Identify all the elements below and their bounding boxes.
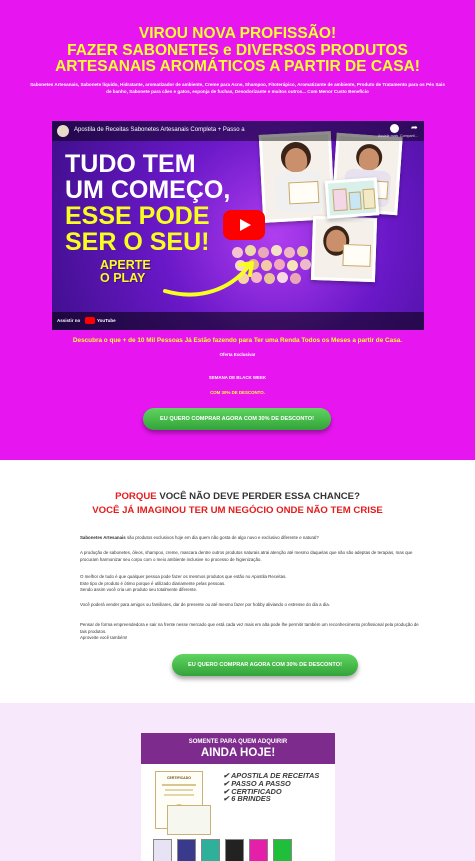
aperte-o-play-text: APERTE O PLAY [100, 259, 151, 285]
paragraph-5-line-1: Pensar de forma empreendedora e sair na … [80, 622, 419, 634]
paragraph-1-rest: são produtos exclusivos hoje em dia quem… [125, 535, 319, 540]
buy-now-button-2[interactable]: EU QUERO COMPRAR AGORA COM 30% DE DESCON… [172, 654, 358, 676]
watch-later-label[interactable]: Assistir mais... [378, 134, 401, 138]
watch-on-label[interactable]: Assistir no [57, 318, 80, 323]
video-caption: Descubra o que + de 10 Mil Pessoas Já Es… [72, 337, 403, 344]
headline-line-3: ARTESANAIS AROMÁTICOS A PARTIR DE CASA! [55, 58, 420, 75]
book-cover-1 [153, 839, 172, 861]
video-bottom-bar: Assistir no YouTube [52, 312, 424, 330]
photo-woman-certificate-1 [258, 131, 336, 223]
aperte-line-2: O PLAY [100, 271, 146, 285]
book-cover-6 [273, 839, 292, 861]
business-heading: VOCÊ JÁ IMAGINOU TER UM NEGÓCIO ONDE NÃO… [0, 505, 475, 516]
why-heading-rest: VOCÊ NÃO DEVE PERDER ESSA CHANCE? [156, 491, 360, 502]
headline-line-2: FAZER SABONETES e DIVERSOS PRODUTOS [67, 41, 408, 59]
video-title-bar: Apostila de Receitas Sabonetes Artesanai… [52, 121, 424, 141]
business-heading-dark: VOCÊ JÁ IMAGINOU TER UM NEGÓCIO [92, 505, 277, 516]
paragraph-3: O melhor de tudo é que qualquer pessoa p… [80, 574, 425, 594]
certificate-title: CERTIFICADO [167, 776, 191, 780]
paragraph-1: Sabonetes Artesanais são produtos exclus… [80, 535, 425, 542]
banner-big-text: AINDA HOJE! [200, 747, 276, 759]
book-cover-5 [249, 839, 268, 861]
paragraph-3-line-3: Sendo assim você cria um produto seu tot… [80, 587, 198, 593]
black-week-label: SEMANA DE BLACK WEEK [208, 375, 267, 380]
paragraph-3-line-2: Este tipo de produto é ótimo porque é ut… [80, 580, 226, 586]
banner-header: SOMENTE PARA QUEM ADQUIRIR AINDA HOJE! [141, 733, 335, 764]
photo-soap-products [324, 177, 380, 219]
paragraph-5-line-2: Aproveite você também! [80, 635, 128, 641]
youtube-label[interactable]: YouTube [97, 318, 116, 323]
hero-headline: VIROU NOVA PROFISSÃO! FAZER SABONETES e … [20, 25, 455, 76]
hero-subline: Sabonetes Artesanais, Sabonete líquido, … [30, 82, 445, 95]
video-player[interactable]: TUDO TEM UM COMEÇO, ESSE PODE SER O SEU!… [52, 121, 424, 330]
youtube-play-button[interactable] [223, 210, 265, 240]
book-cover-2 [177, 839, 196, 861]
book-cover-3 [201, 839, 220, 861]
paragraph-3-line-1: O melhor de tudo é que qualquer pessoa p… [80, 574, 287, 579]
why-heading: PORQUE VOCÊ NÃO DEVE PERDER ESSA CHANCE? [0, 491, 475, 502]
youtube-logo-icon[interactable] [85, 317, 95, 324]
paragraph-4: Você poderá vender para amigos ou famili… [80, 602, 330, 607]
paragraph-1-bold: Sabonetes Artesanais [80, 535, 126, 540]
business-heading-red: ONDE NÃO TEM CRISE [276, 505, 383, 516]
buy-now-button[interactable]: EU QUERO COMPRAR AGORA COM 30% DE DESCON… [143, 408, 331, 430]
share-icon[interactable]: ➦ [411, 124, 418, 132]
banner-small-text: SOMENTE PARA QUEM ADQUIRIR [188, 739, 288, 745]
bonus-item-4: ✔ 6 BRINDES [223, 794, 271, 804]
share-label[interactable]: Comparti... [400, 134, 418, 138]
discount-label: COM 30% DE DESCONTO. [210, 390, 265, 395]
hero-section: VIROU NOVA PROFISSÃO! FAZER SABONETES e … [0, 0, 475, 460]
offer-exclusive: Oferta Exclusiva! [219, 352, 256, 357]
big-line-2: UM COMEÇO, [65, 176, 231, 204]
bonus-section: SOMENTE PARA QUEM ADQUIRIR AINDA HOJE! C… [0, 703, 475, 861]
headline-line-1: VIROU NOVA PROFISSÃO! [138, 25, 337, 42]
book-cover-4 [225, 839, 244, 861]
bonus-list: ✔ APOSTILA DE RECEITAS ✔ PASSO A PASSO ✔… [223, 772, 333, 803]
curved-arrow-icon [163, 261, 254, 297]
paragraph-5: Pensar de forma empreendedora e sair na … [80, 622, 425, 642]
bonus-banner: SOMENTE PARA QUEM ADQUIRIR AINDA HOJE! C… [141, 733, 335, 861]
paragraph-2: A produção de sabonetes, óleos, shampoo,… [80, 550, 413, 562]
why-heading-red: PORQUE [115, 491, 157, 502]
clock-icon[interactable] [390, 124, 399, 133]
video-title[interactable]: Apostila de Receitas Sabonetes Artesanai… [74, 127, 245, 133]
big-line-1: TUDO TEM [65, 150, 196, 178]
channel-avatar[interactable] [57, 125, 69, 137]
certificate-image-2 [167, 805, 211, 835]
